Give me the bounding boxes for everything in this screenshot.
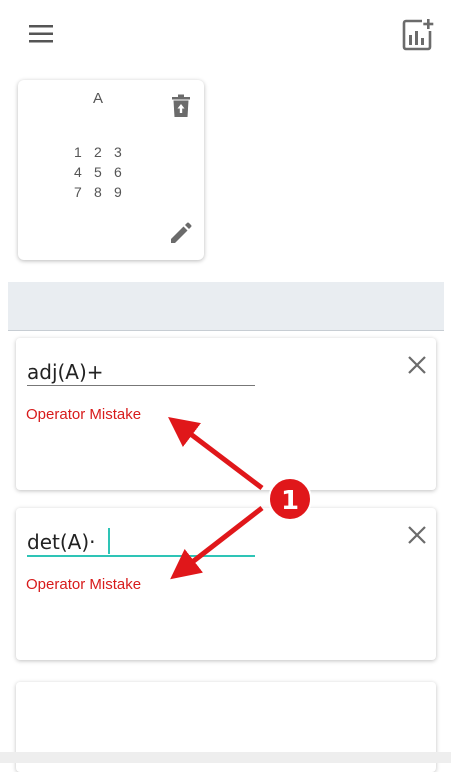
matrix-cell: 7	[74, 184, 82, 200]
text-caret	[108, 528, 110, 554]
matrix-row: 456	[74, 162, 134, 182]
annotation-badge: 1	[268, 477, 312, 521]
error-message: Operator Mistake	[26, 406, 142, 423]
hamburger-menu-icon[interactable]	[24, 18, 58, 50]
matrix-cell: 8	[94, 184, 102, 200]
matrix-cell: 6	[114, 164, 122, 180]
pencil-icon[interactable]	[168, 220, 194, 246]
matrix-cell: 1	[74, 144, 82, 160]
top-app-bar	[0, 0, 451, 70]
section-divider	[8, 282, 444, 331]
add-chart-icon[interactable]	[398, 16, 436, 52]
expression-input[interactable]	[27, 528, 255, 556]
matrix-values: 123 456 789	[74, 142, 134, 202]
error-message: Operator Mistake	[26, 576, 142, 593]
matrix-card[interactable]: A 123 456 789	[18, 80, 204, 260]
close-icon[interactable]	[406, 524, 428, 546]
matrix-row: 789	[74, 182, 134, 202]
matrix-name: A	[92, 90, 103, 107]
matrix-cell: 3	[114, 144, 122, 160]
matrix-cell: 2	[94, 144, 102, 160]
input-underline	[27, 385, 255, 386]
matrix-cell: 4	[74, 164, 82, 180]
matrix-row: 123	[74, 142, 134, 162]
matrix-cell: 5	[94, 164, 102, 180]
expression-input[interactable]	[27, 358, 255, 386]
expression-card: Operator Mistake	[16, 338, 436, 490]
expression-card: Operator Mistake	[16, 508, 436, 660]
close-icon[interactable]	[406, 354, 428, 376]
input-underline	[27, 555, 255, 557]
trash-icon[interactable]	[172, 94, 190, 118]
matrix-cell: 9	[114, 184, 122, 200]
bottom-edge	[0, 752, 451, 763]
